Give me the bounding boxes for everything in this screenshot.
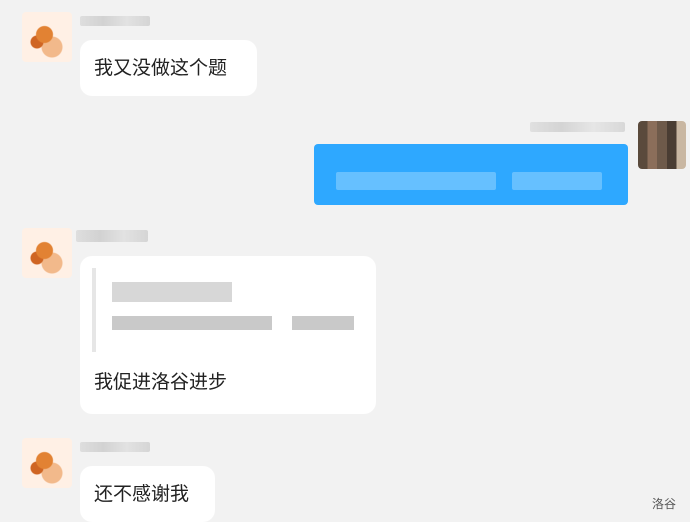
message-bubble[interactable]: 我促进洛谷进步 (80, 256, 376, 414)
sender-name-blurred (80, 16, 150, 26)
sender-name-blurred (530, 122, 625, 132)
avatar[interactable] (22, 438, 72, 488)
message-bubble[interactable]: 我又没做这个题 (80, 40, 257, 96)
quoted-content-blurred (112, 316, 272, 330)
blurred-text (336, 172, 496, 190)
sender-name-blurred (80, 442, 150, 452)
message-text: 我促进洛谷进步 (94, 371, 228, 393)
avatar[interactable] (638, 121, 686, 169)
quoted-content-blurred (292, 316, 354, 330)
message-bubble[interactable]: 还不感谢我 (80, 466, 215, 522)
blurred-text (512, 172, 602, 190)
avatar[interactable] (22, 12, 72, 62)
quote-bar (92, 268, 96, 352)
message-text: 还不感谢我 (94, 483, 190, 505)
quoted-content-blurred (112, 282, 232, 302)
avatar[interactable] (22, 228, 72, 278)
watermark: 洛谷 (651, 497, 676, 511)
sender-name-blurred (76, 230, 148, 242)
message-text: 我又没做这个题 (94, 57, 228, 79)
outgoing-message-bubble[interactable] (314, 144, 628, 205)
